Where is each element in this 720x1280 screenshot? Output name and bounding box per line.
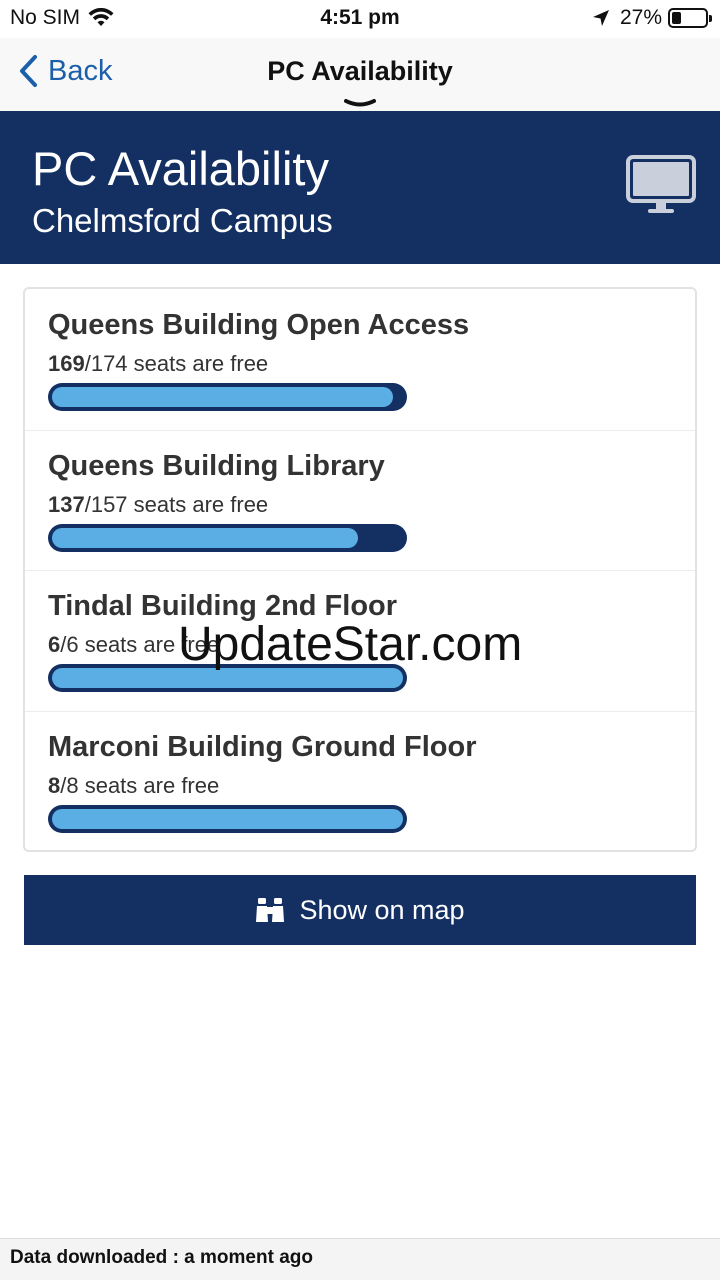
total-seats: /8 seats are free	[60, 773, 220, 798]
availability-bar-fill	[52, 809, 403, 829]
show-on-map-button[interactable]: Show on map	[24, 875, 696, 945]
availability-bar-fill	[52, 387, 393, 407]
battery-level	[672, 12, 681, 24]
status-bar: No SIM 4:51 pm 27%	[0, 0, 720, 38]
page-title: PC Availability	[32, 142, 329, 195]
free-seats: 8	[48, 773, 61, 798]
total-seats: /174 seats are free	[84, 351, 269, 376]
list-item[interactable]: Queens Building Open Access 169/174 seat…	[25, 289, 695, 430]
binoculars-icon	[256, 898, 285, 922]
free-seats: 137	[48, 492, 85, 517]
battery-percent: 27%	[619, 6, 662, 29]
location-arrow-icon	[592, 10, 609, 26]
desktop-computer-icon	[626, 155, 696, 213]
seat-count: 169/174 seats are free	[48, 351, 268, 377]
campus-subtitle: Chelmsford Campus	[32, 202, 333, 239]
nav-title: PC Availability	[267, 56, 453, 86]
location-name: Queens Building Open Access	[48, 309, 470, 341]
seat-count: 137/157 seats are free	[48, 492, 268, 518]
list-item[interactable]: Queens Building Library 137/157 seats ar…	[25, 430, 695, 571]
watermark: UpdateStar.com	[178, 618, 523, 671]
availability-bar	[48, 383, 407, 411]
show-on-map-label: Show on map	[299, 894, 465, 925]
divider	[25, 570, 695, 571]
data-status-text: Data downloaded : a moment ago	[10, 1247, 313, 1268]
availability-list: Queens Building Open Access 169/174 seat…	[23, 287, 697, 852]
list-item[interactable]: Marconi Building Ground Floor 8/8 seats …	[25, 711, 695, 852]
free-seats: 6	[48, 632, 61, 657]
chevron-down-icon[interactable]	[343, 98, 377, 108]
divider	[25, 430, 695, 431]
navigation-bar: Back PC Availability	[0, 38, 720, 111]
battery-icon	[668, 8, 712, 28]
divider	[25, 711, 695, 712]
location-name: Queens Building Library	[48, 450, 385, 482]
availability-bar-fill	[52, 528, 358, 548]
free-seats: 169	[48, 351, 85, 376]
seat-count: 8/8 seats are free	[48, 773, 219, 799]
availability-bar	[48, 524, 407, 552]
footer-bar: Data downloaded : a moment ago	[0, 1238, 720, 1280]
total-seats: /157 seats are free	[84, 492, 269, 517]
location-name: Marconi Building Ground Floor	[48, 731, 477, 763]
availability-bar	[48, 805, 407, 833]
header-banner: PC Availability Chelmsford Campus	[0, 111, 720, 264]
status-right: 27%	[592, 6, 712, 30]
